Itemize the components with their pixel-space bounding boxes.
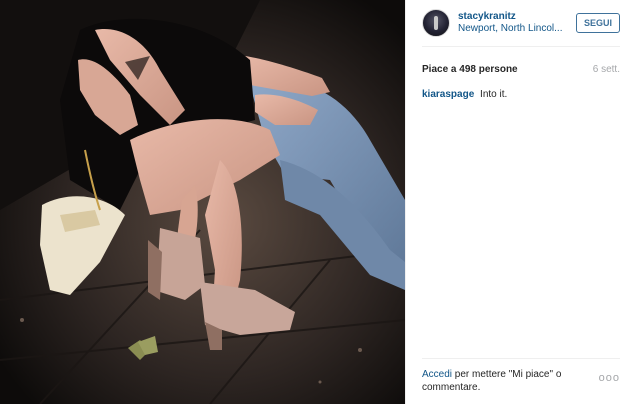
comment-item: kiaraspage Into it. [422,89,620,100]
post-photo-illustration [0,0,405,404]
user-meta: stacykranitz Newport, North Lincol... [458,11,570,35]
login-link[interactable]: Accedi [422,369,452,380]
location-link[interactable]: Newport, North Lincol... [458,23,570,35]
instagram-post: stacykranitz Newport, North Lincol... SE… [0,0,630,404]
comment-text: Into it. [480,89,508,100]
comment-username[interactable]: kiaraspage [422,89,474,100]
post-photo[interactable] [0,0,405,404]
more-options-icon[interactable]: ooo [599,372,620,385]
likes-row: Piace a 498 persone 6 sett. [422,64,620,75]
footer-divider [422,358,620,359]
likes-count[interactable]: Piace a 498 persone [422,64,518,75]
follow-button[interactable]: SEGUI [575,13,620,33]
profile-avatar[interactable] [422,9,450,37]
post-timestamp[interactable]: 6 sett. [593,64,620,75]
header-divider [422,46,620,47]
login-prompt: Accedi per mettere "Mi piace" o commenta… [422,368,582,394]
post-footer: Accedi per mettere "Mi piace" o commenta… [422,368,620,394]
post-side-panel: stacykranitz Newport, North Lincol... SE… [405,0,630,404]
username-link[interactable]: stacykranitz [458,11,570,23]
post-header: stacykranitz Newport, North Lincol... SE… [406,0,630,46]
